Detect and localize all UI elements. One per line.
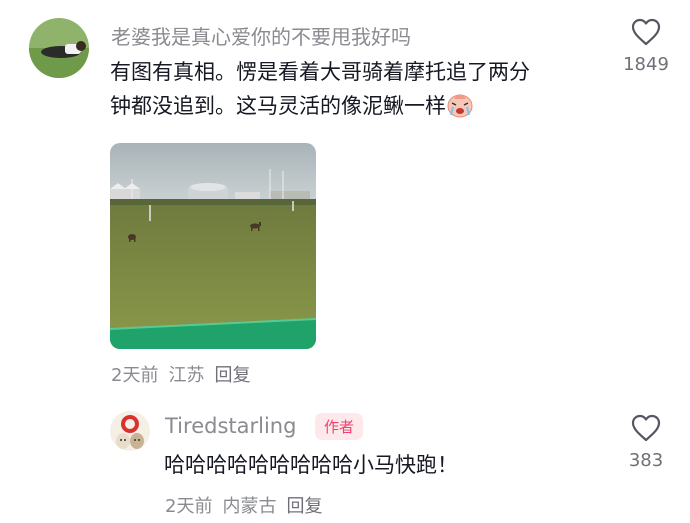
comment-username[interactable]: 老婆我是真心爱你的不要甩我好吗 xyxy=(111,21,411,50)
like-count: 1849 xyxy=(623,54,669,75)
comment-meta: 2天前 江苏 回复 xyxy=(111,361,260,387)
heart-icon xyxy=(631,18,661,46)
comment-text-line: 有图有真相。愣是看着大哥骑着摩托追了两分 xyxy=(110,60,530,84)
comment-time: 2天前 xyxy=(111,365,159,386)
comment-text: 有图有真相。愣是看着大哥骑着摩托追了两分 钟都没追到。这马灵活的像泥鳅一样 xyxy=(110,55,610,123)
comment-image[interactable] xyxy=(110,143,316,349)
comment-location: 江苏 xyxy=(168,365,205,386)
comment-time: 2天前 xyxy=(165,496,213,517)
comment-meta: 2天前 内蒙古 回复 xyxy=(165,492,332,518)
author-tag: 作者 xyxy=(315,413,364,440)
like-count: 383 xyxy=(628,450,664,471)
like-button[interactable]: 1849 xyxy=(611,18,681,75)
like-button[interactable]: 383 xyxy=(611,414,681,471)
comment-text: 哈哈哈哈哈哈哈哈哈小马快跑！ xyxy=(164,453,458,477)
reply-button[interactable]: 回复 xyxy=(214,365,250,386)
crying-face-icon xyxy=(446,91,474,119)
heart-icon xyxy=(631,414,661,442)
comment-username[interactable]: Tiredstarling xyxy=(165,414,296,438)
comment-text-line: 钟都没追到。这马灵活的像泥鳅一样 xyxy=(110,89,610,123)
avatar[interactable] xyxy=(29,18,89,78)
avatar[interactable] xyxy=(110,411,150,451)
comment-text-line-2: 钟都没追到。这马灵活的像泥鳅一样 xyxy=(110,94,446,118)
reply-button[interactable]: 回复 xyxy=(286,496,322,517)
comment-location: 内蒙古 xyxy=(222,496,277,517)
